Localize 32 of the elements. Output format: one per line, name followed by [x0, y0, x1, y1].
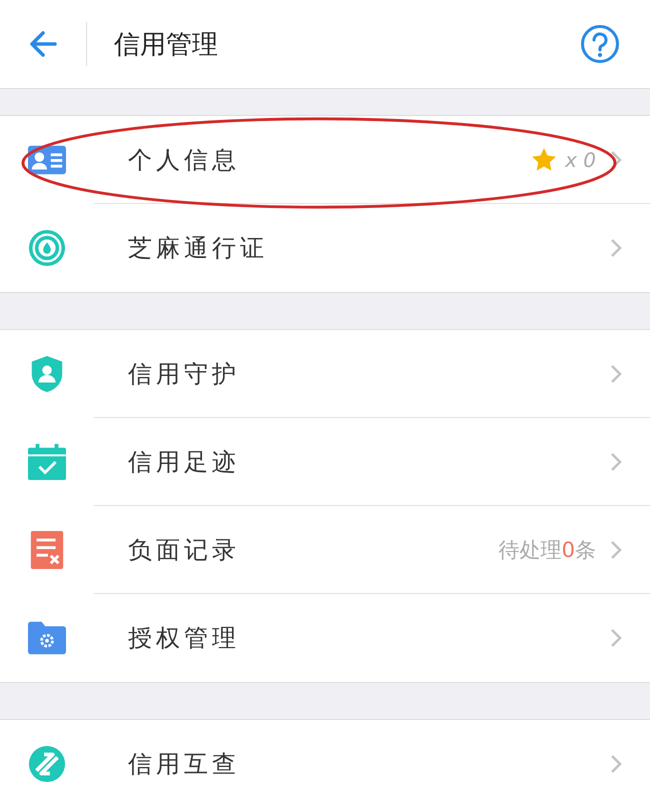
item-label: 个人信息 — [128, 144, 241, 176]
menu-item[interactable]: 信用足迹 — [0, 418, 650, 506]
menu-item[interactable]: 信用守护 — [0, 330, 650, 418]
swap-icon — [28, 745, 66, 783]
star-icon — [531, 146, 558, 172]
document-x-icon — [28, 531, 66, 569]
item-label: 负面记录 — [128, 534, 241, 566]
chevron-icon — [610, 364, 622, 384]
chevron-icon — [610, 540, 622, 560]
star-count: x 0 — [565, 148, 596, 172]
menu-item[interactable]: 授权管理 — [0, 594, 650, 682]
target-icon — [28, 229, 66, 267]
item-label: 信用互查 — [128, 749, 241, 780]
menu-item[interactable]: 芝麻通行证 — [0, 204, 650, 292]
menu-item[interactable]: 个人信息 x 0 — [0, 116, 650, 204]
chevron-icon — [610, 238, 622, 258]
chevron-icon — [610, 754, 622, 774]
menu-item[interactable]: 信用互查 — [0, 720, 650, 805]
calendar-check-icon — [28, 443, 66, 481]
item-label: 授权管理 — [128, 623, 241, 654]
help-icon[interactable] — [580, 24, 620, 64]
folder-gear-icon — [28, 619, 66, 657]
item-label: 芝麻通行证 — [128, 233, 269, 264]
menu-item[interactable]: 负面记录 待处理0条 — [0, 506, 650, 594]
item-label: 信用守护 — [128, 358, 241, 390]
item-label: 信用足迹 — [128, 446, 241, 478]
chevron-icon — [610, 150, 622, 170]
chevron-icon — [610, 452, 622, 472]
page-title: 信用管理 — [114, 28, 219, 62]
pending-count: 待处理0条 — [498, 536, 596, 564]
back-icon[interactable] — [28, 29, 58, 59]
chevron-icon — [610, 628, 622, 648]
